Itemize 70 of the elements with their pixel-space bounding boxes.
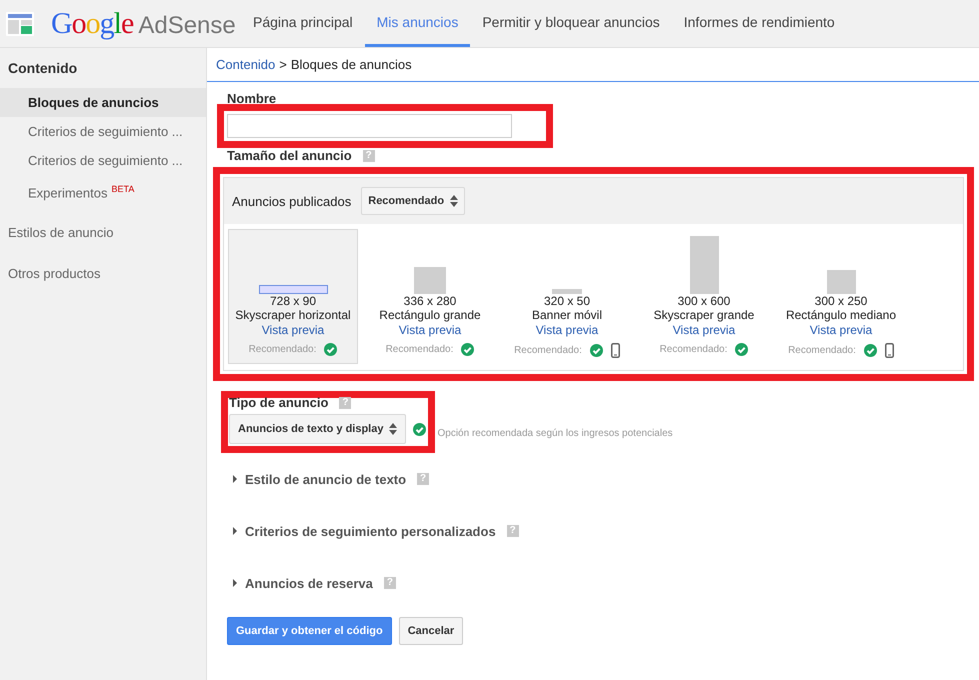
recommendation-note: Opción recomendada según los ingresos potenciales [437,428,673,439]
size-dimensions: 728 x 90 [270,294,316,308]
size-card[interactable]: 728 x 90 Skyscraper horizontal Vista previa Recomendado: [228,229,358,364]
preview-link[interactable]: Vista previa [672,322,736,338]
product-name: AdSense [138,12,236,40]
up-down-arrows-icon [450,195,458,207]
sidebar-item[interactable]: Criterios de seguimiento ... [0,146,206,175]
nav-tab[interactable]: Página principal [241,0,365,47]
size-preview-shape [826,270,856,294]
size-preview-shape [414,267,446,294]
sidebar-section[interactable]: Otros productos [0,261,206,286]
filter-dropdown[interactable]: Recomendado [361,187,466,215]
size-name: Rectángulo mediano [786,308,896,322]
sidebar-item[interactable]: Bloques de anuncios [0,88,206,117]
size-name: Banner móvil [532,308,602,322]
size-preview-shape [552,289,582,294]
cancel-button[interactable]: Cancelar [398,617,464,645]
apps-icon [6,12,34,36]
up-down-arrows-icon [389,423,398,435]
recommended-label: Recomendado: [788,345,856,356]
section-toggle[interactable]: Criterios de seguimiento personalizados [245,524,496,538]
recommended-label: Recomendado: [514,345,582,356]
recommended-label: Recomendado: [248,344,316,355]
check-icon [864,344,877,357]
preview-link[interactable]: Vista previa [810,322,872,338]
check-icon [735,343,748,356]
breadcrumb-separator: > [279,57,287,72]
size-dimensions: 300 x 250 [814,294,868,308]
sidebar-item[interactable]: Experimentos $^{BETA}$ [0,175,206,204]
size-preview-shape [258,285,328,294]
sidebar-section[interactable]: Estilos de anuncio [0,220,206,245]
breadcrumb-link[interactable]: Contenido [216,57,276,72]
field-label: Tamaño del anuncio [227,148,352,163]
preview-link[interactable]: Vista previa [536,322,598,338]
recommended-label: Recomendado: [660,344,728,355]
size-card[interactable]: 300 x 250 Rectángulo mediano Vista previa Recomendado: [776,229,906,364]
ad-type-dropdown[interactable]: Anuncios de texto y display [229,414,406,444]
filter-label: Anuncios publicados [232,194,352,208]
check-icon [461,343,474,356]
preview-link[interactable]: Vista previa [398,322,462,338]
section-toggle[interactable]: Anuncios de reserva [245,576,373,590]
sidebar-heading[interactable]: Contenido [0,58,206,88]
size-preview-shape [690,236,718,294]
nav-tab[interactable]: Mis anuncios [364,0,470,47]
field-label: Tipo de anuncio [229,395,328,410]
breadcrumb-current: Bloques de anuncios [290,57,412,72]
name-input[interactable] [227,114,512,138]
section-toggle[interactable]: Estilo de anuncio de texto [245,472,406,486]
save-button[interactable]: Guardar y obtener el código [227,617,392,645]
preview-link[interactable]: Vista previa [262,322,324,338]
size-card[interactable]: 320 x 50 Banner móvil Vista previa Recomendado: [502,229,632,364]
check-icon [413,422,426,436]
size-dimensions: 336 x 280 [404,294,456,308]
size-name: Rectángulo grande [379,308,481,322]
beta-label: BETA [111,184,134,194]
item-label: Experimentos [28,185,108,200]
check-icon [590,344,603,357]
sidebar-item[interactable]: Criterios de seguimiento ... [0,117,206,146]
recommended-label: Recomendado: [386,344,454,355]
check-icon [324,343,338,356]
size-card[interactable]: 336 x 280 Rectángulo grande Vista previa Recomendado: [365,229,495,364]
size-dimensions: 300 x 600 [678,294,730,308]
size-dimensions: 320 x 50 [544,294,590,308]
nav-tab[interactable]: Informes de rendimiento [672,0,847,47]
nav-tab[interactable]: Permitir y bloquear anuncios [470,0,672,47]
field-label: Nombre [227,91,278,106]
size-name: Skyscraper horizontal [235,308,351,322]
google-logo: Google [51,6,134,40]
size-card[interactable]: 300 x 600 Skyscraper grande Vista previa Recomendado: [639,229,769,364]
size-name: Skyscraper grande [654,308,754,322]
